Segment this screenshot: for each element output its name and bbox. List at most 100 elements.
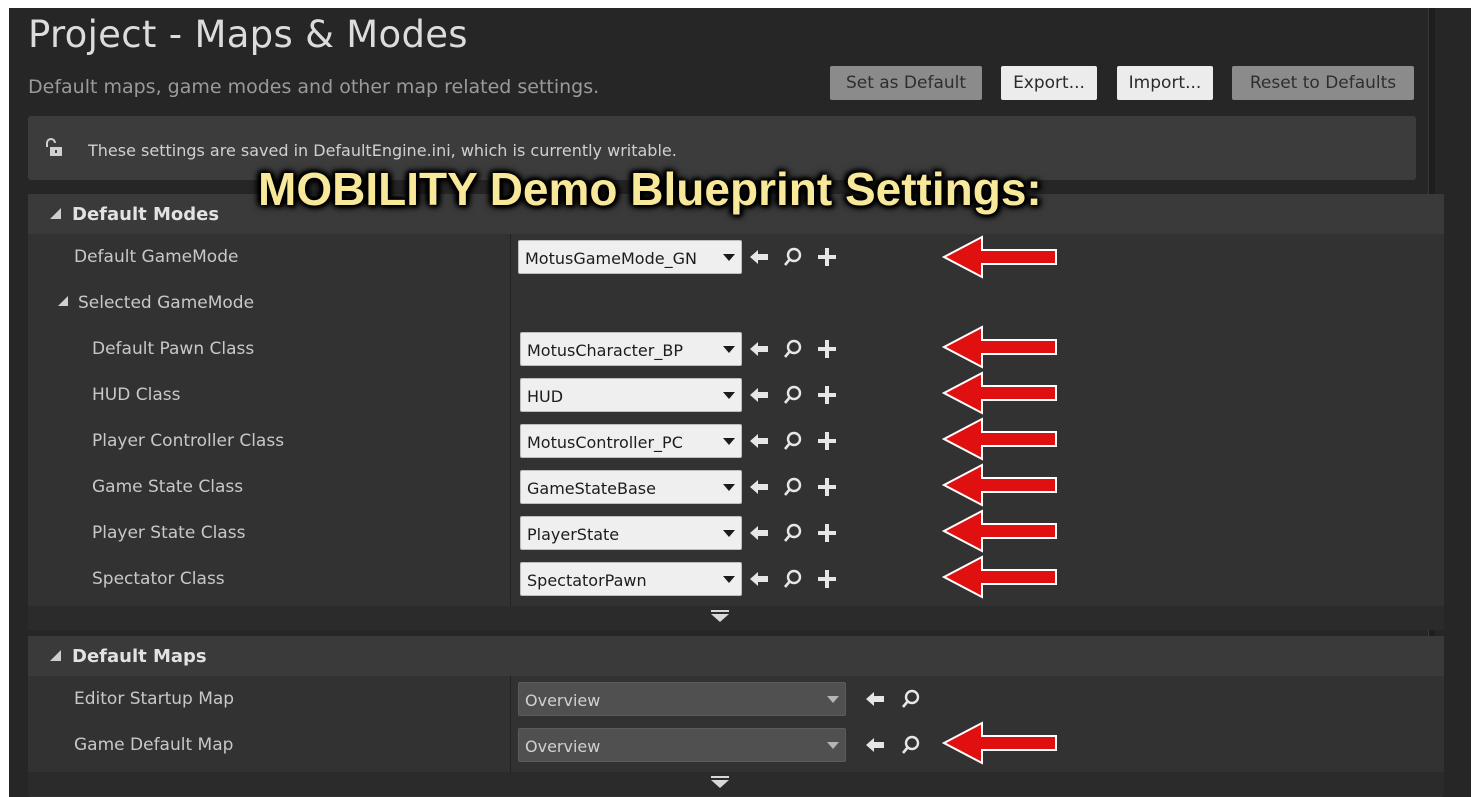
add-plus-icon[interactable]: [816, 522, 838, 544]
default-modes-section: Default Modes Default GameMode MotusGame…: [28, 194, 1444, 630]
class-dropdown[interactable]: MotusCharacter_BP: [520, 332, 742, 366]
browse-magnifier-icon[interactable]: [900, 734, 922, 756]
default-maps-section: Default Maps Editor Startup Map Overview G…: [28, 636, 1444, 797]
group-label: Selected GameMode: [78, 293, 255, 313]
expand-arrow-icon: [711, 780, 729, 788]
import-button[interactable]: Import...: [1117, 66, 1213, 100]
chevron-down-icon: [723, 254, 735, 261]
red-annotation-arrow-icon: [942, 509, 1057, 553]
add-plus-icon[interactable]: [816, 246, 838, 268]
property-row: Spectator Class SpectatorPawn: [28, 556, 1444, 602]
dropdown-value: Overview: [525, 691, 601, 710]
browse-magnifier-icon[interactable]: [782, 338, 804, 360]
add-plus-icon[interactable]: [816, 338, 838, 360]
page-title: Project - Maps & Modes: [28, 13, 468, 56]
red-annotation-arrow-icon: [942, 371, 1057, 415]
use-selected-arrow-icon[interactable]: [748, 568, 770, 590]
use-selected-arrow-icon[interactable]: [748, 338, 770, 360]
property-label: Player Controller Class: [92, 431, 285, 451]
page-subtitle: Default maps, game modes and other map r…: [28, 76, 600, 98]
class-dropdown[interactable]: GameStateBase: [520, 470, 742, 504]
collapse-triangle-icon[interactable]: [50, 208, 61, 219]
browse-magnifier-icon[interactable]: [782, 384, 804, 406]
property-label: Player State Class: [92, 523, 246, 543]
collapse-triangle-icon[interactable]: [58, 296, 68, 306]
expand-arrow-icon: [711, 614, 729, 622]
default-gamemode-dropdown[interactable]: MotusGameMode_GN: [518, 240, 742, 274]
property-row: Player Controller Class MotusController_P…: [28, 418, 1444, 464]
class-dropdown[interactable]: SpectatorPawn: [520, 562, 742, 596]
property-row: HUD Class HUD: [28, 372, 1444, 418]
red-annotation-arrow-icon: [942, 721, 1057, 765]
property-label: Editor Startup Map: [74, 689, 235, 709]
use-selected-arrow-icon[interactable]: [864, 734, 886, 756]
notice-text: These settings are saved in DefaultEngin…: [88, 141, 677, 160]
dropdown-value: PlayerState: [527, 525, 620, 544]
collapse-triangle-icon[interactable]: [50, 650, 61, 661]
red-annotation-arrow-icon: [942, 463, 1057, 507]
chevron-down-icon: [827, 742, 839, 749]
red-annotation-arrow-icon: [942, 555, 1057, 599]
export-button[interactable]: Export...: [1001, 66, 1097, 100]
browse-magnifier-icon[interactable]: [782, 476, 804, 498]
class-dropdown[interactable]: PlayerState: [520, 516, 742, 550]
browse-magnifier-icon[interactable]: [782, 430, 804, 452]
property-label: Default GameMode: [74, 247, 239, 267]
browse-magnifier-icon[interactable]: [782, 568, 804, 590]
map-dropdown[interactable]: Overview: [518, 728, 846, 762]
dropdown-value: HUD: [527, 387, 564, 406]
red-annotation-arrow-icon: [942, 235, 1057, 279]
set-as-default-button[interactable]: Set as Default: [830, 66, 982, 100]
property-row: Default Pawn Class MotusCharacter_BP: [28, 326, 1444, 372]
add-plus-icon[interactable]: [816, 430, 838, 452]
unlocked-lock-icon: [46, 138, 62, 156]
property-row: Player State Class PlayerState: [28, 510, 1444, 556]
chevron-down-icon: [827, 696, 839, 703]
add-plus-icon[interactable]: [816, 568, 838, 590]
chevron-down-icon: [723, 392, 735, 399]
dropdown-value: MotusController_PC: [527, 433, 683, 452]
selected-gamemode-group[interactable]: Selected GameMode: [28, 280, 1444, 326]
use-selected-arrow-icon[interactable]: [748, 522, 770, 544]
expand-bar: [711, 610, 729, 612]
advanced-expand-toggle[interactable]: [28, 772, 1444, 796]
browse-magnifier-icon[interactable]: [782, 522, 804, 544]
property-label: Spectator Class: [92, 569, 225, 589]
chevron-down-icon: [723, 530, 735, 537]
property-label: Game Default Map: [74, 735, 234, 755]
browse-magnifier-icon[interactable]: [782, 246, 804, 268]
browse-magnifier-icon[interactable]: [900, 688, 922, 710]
dropdown-value: MotusGameMode_GN: [525, 249, 697, 268]
property-row: Game Default Map Overview: [28, 722, 1444, 768]
use-selected-arrow-icon[interactable]: [748, 476, 770, 498]
reset-to-defaults-button[interactable]: Reset to Defaults: [1232, 66, 1414, 100]
add-plus-icon[interactable]: [816, 476, 838, 498]
dropdown-value: GameStateBase: [527, 479, 656, 498]
property-row-default-gamemode: Default GameMode MotusGameMode_GN: [28, 234, 1444, 280]
use-selected-arrow-icon[interactable]: [748, 246, 770, 268]
use-selected-arrow-icon[interactable]: [864, 688, 886, 710]
use-selected-arrow-icon[interactable]: [748, 384, 770, 406]
dropdown-value: SpectatorPawn: [527, 571, 647, 590]
chevron-down-icon: [723, 484, 735, 491]
chevron-down-icon: [723, 346, 735, 353]
advanced-expand-toggle[interactable]: [28, 606, 1444, 630]
property-row: Editor Startup Map Overview: [28, 676, 1444, 722]
class-dropdown[interactable]: HUD: [520, 378, 742, 412]
property-label: Default Pawn Class: [92, 339, 255, 359]
dropdown-value: Overview: [525, 737, 601, 756]
chevron-down-icon: [723, 576, 735, 583]
red-annotation-arrow-icon: [942, 417, 1057, 461]
class-dropdown[interactable]: MotusController_PC: [520, 424, 742, 458]
dropdown-value: MotusCharacter_BP: [527, 341, 683, 360]
use-selected-arrow-icon[interactable]: [748, 430, 770, 452]
section-title: Default Modes: [72, 204, 220, 225]
property-row: Game State Class GameStateBase: [28, 464, 1444, 510]
add-plus-icon[interactable]: [816, 384, 838, 406]
property-label: HUD Class: [92, 385, 181, 405]
red-annotation-arrow-icon: [942, 325, 1057, 369]
section-title: Default Maps: [72, 646, 207, 667]
property-label: Game State Class: [92, 477, 244, 497]
map-dropdown[interactable]: Overview: [518, 682, 846, 716]
default-maps-header[interactable]: Default Maps: [28, 636, 1444, 676]
